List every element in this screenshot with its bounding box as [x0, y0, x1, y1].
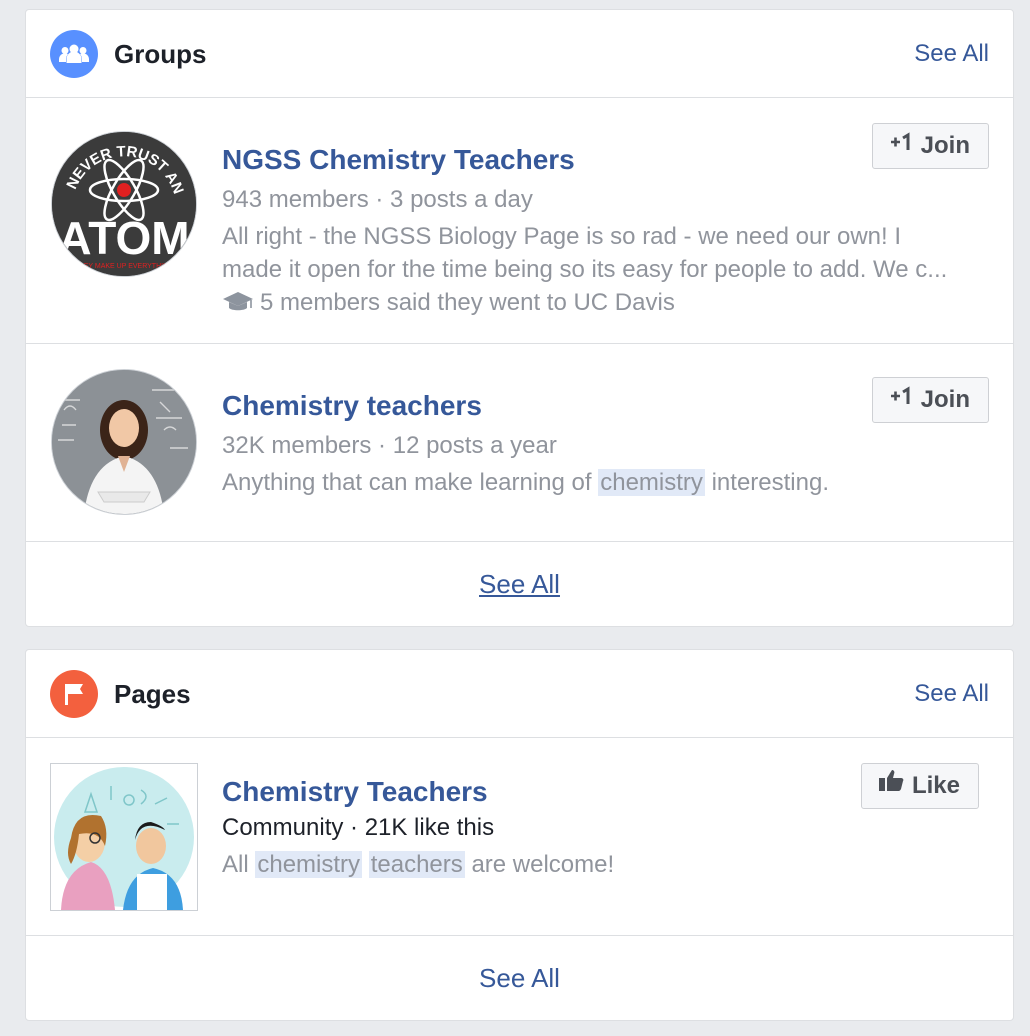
group-description: Anything that can make learning of chemi… — [222, 466, 986, 499]
page-avatar-chemistry-teachers[interactable] — [50, 763, 198, 911]
pages-footer-see-all-link[interactable]: See All — [26, 960, 1013, 996]
group-avatar-ngss[interactable]: NEVER TRUST AN ATOM THEY MAKE UP EVERYTH… — [51, 131, 197, 277]
join-button-label: Join — [920, 132, 970, 159]
page-meta: Community · 21K like this — [222, 814, 495, 841]
like-button-label: Like — [911, 772, 960, 799]
group-note-text: 5 members said they went to UC Davis — [260, 289, 675, 316]
groups-title: Groups — [114, 39, 207, 69]
group-note: 5 members said they went to UC Davis — [222, 287, 675, 319]
description-text: interesting. — [711, 469, 829, 496]
group-description: All right - the NGSS Biology Page is so … — [222, 220, 986, 286]
groups-header: Groups See All — [26, 10, 1013, 98]
flag-icon — [50, 670, 98, 718]
join-button-label: Join — [920, 386, 970, 413]
join-button[interactable]: Join — [871, 123, 989, 169]
page-row: Chemistry Teachers Community · 21K like … — [26, 738, 1013, 936]
graduation-cap-icon — [223, 292, 253, 311]
pages-header: Pages See All — [26, 650, 1013, 738]
group-meta: 32K members · 12 posts a year — [222, 432, 557, 459]
group-name-link[interactable]: Chemistry teachers — [222, 388, 482, 424]
avatar-text-bottom: THEY MAKE UP EVERYTHING — [74, 263, 173, 270]
plus-one-icon — [889, 377, 913, 421]
page-name-link[interactable]: Chemistry Teachers — [222, 774, 488, 810]
group-description-line: made it open for the time being so its e… — [222, 256, 948, 283]
description-text: are welcome! — [471, 851, 615, 878]
group-row: NEVER TRUST AN ATOM THEY MAKE UP EVERYTH… — [26, 98, 1013, 344]
groups-card: Groups See All NEVER TRUST AN ATOM THEY … — [25, 9, 1014, 627]
description-text: Anything that can make learning of — [222, 469, 592, 496]
groups-see-all-link[interactable]: See All — [914, 38, 989, 70]
group-row: Chemistry teachers 32K members · 12 post… — [26, 344, 1013, 542]
groups-icon — [50, 30, 98, 78]
page-description: All chemistry teachers are welcome! — [222, 848, 986, 881]
description-text: All — [222, 851, 249, 878]
avatar-text-main: ATOM — [58, 212, 189, 264]
group-name-link[interactable]: NGSS Chemistry Teachers — [222, 142, 575, 178]
pages-card: Pages See All Chemistry Teachers Communi… — [25, 649, 1014, 1021]
group-description-line: All right - the NGSS Biology Page is so … — [222, 223, 901, 250]
pages-title: Pages — [114, 679, 191, 709]
search-highlight: chemistry — [255, 851, 363, 878]
search-highlight: chemistry — [598, 469, 705, 496]
pages-see-all-link[interactable]: See All — [914, 678, 989, 710]
like-button[interactable]: Like — [860, 763, 979, 809]
search-highlight: teachers — [368, 851, 465, 878]
thumbs-up-icon — [878, 763, 904, 807]
group-avatar-chem-teachers[interactable] — [51, 369, 197, 515]
join-button[interactable]: Join — [871, 377, 989, 423]
group-meta: 943 members · 3 posts a day — [222, 186, 533, 213]
groups-footer-see-all-link[interactable]: See All — [26, 566, 1013, 602]
plus-one-icon — [889, 123, 913, 167]
